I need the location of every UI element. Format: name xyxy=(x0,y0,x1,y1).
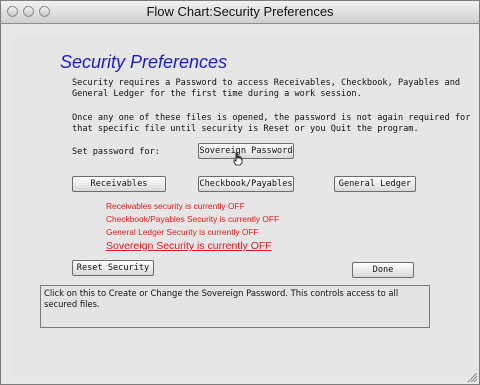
title-bar: Flow Chart:Security Preferences xyxy=(1,1,479,24)
general-ledger-status: General Ledger Security is currently OFF xyxy=(106,227,259,237)
info-text-line-1: Once any one of these files is opened, t… xyxy=(72,113,471,123)
checkbook-status: Checkbook/Payables Security is currently… xyxy=(106,214,280,224)
checkbook-payables-button[interactable]: Checkbook/Payables xyxy=(198,176,294,192)
window-title: Flow Chart:Security Preferences xyxy=(146,4,334,19)
receivables-button[interactable]: Receivables xyxy=(72,176,166,192)
receivables-status: Receivables security is currently OFF xyxy=(106,201,245,211)
help-text-box: Click on this to Create or Change the So… xyxy=(40,285,430,328)
done-button[interactable]: Done xyxy=(352,262,414,278)
intro-text-line-2: General Ledger for the first time during… xyxy=(72,89,362,99)
resize-grip-icon[interactable] xyxy=(466,371,478,383)
page-title: Security Preferences xyxy=(60,52,228,72)
set-password-label: Set password for: xyxy=(72,147,160,157)
sovereign-status: Sovereign Security is currently OFF xyxy=(106,240,272,252)
reset-security-button[interactable]: Reset Security xyxy=(72,260,154,276)
intro-text-line-1: Security requires a Password to access R… xyxy=(72,78,461,88)
sovereign-password-button[interactable]: Sovereign Password xyxy=(198,143,294,159)
hand-cursor-icon xyxy=(233,152,243,166)
general-ledger-button[interactable]: General Ledger xyxy=(334,176,416,192)
info-text-line-2: that specific file until security is Res… xyxy=(72,124,419,134)
